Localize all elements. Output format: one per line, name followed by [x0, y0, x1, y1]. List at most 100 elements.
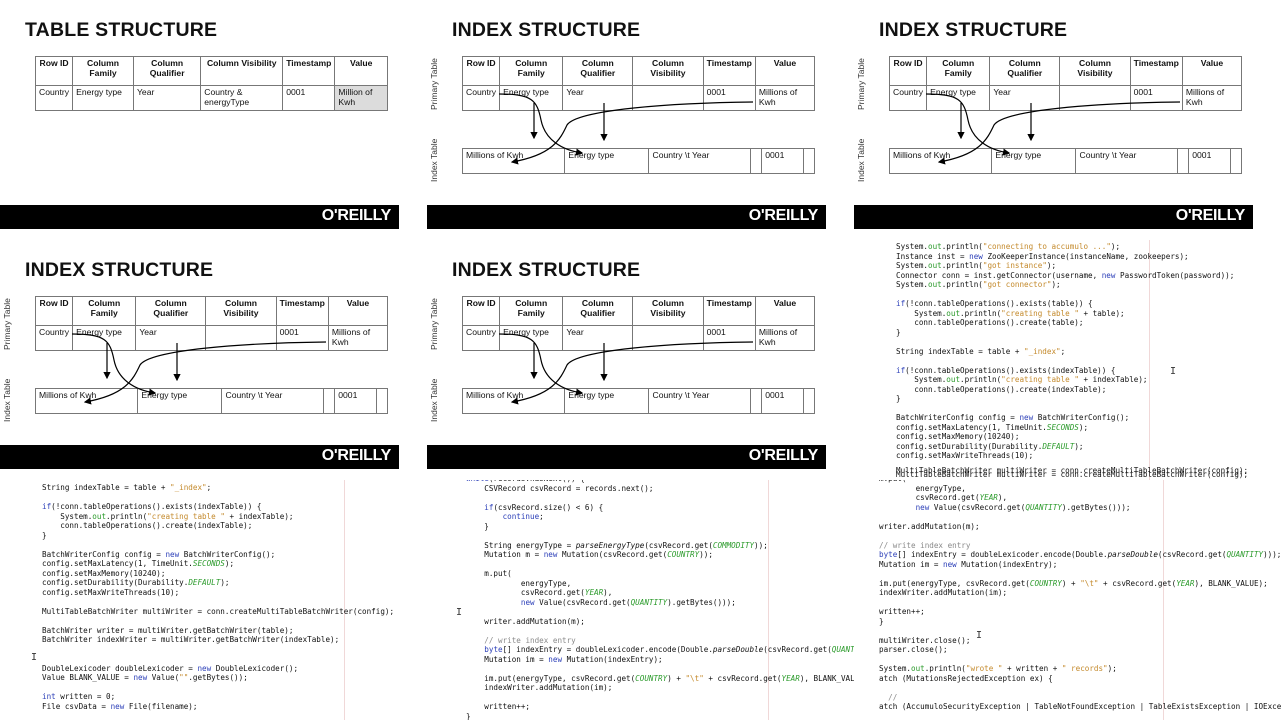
code-line: config.setMaxLatency(1, TimeUnit.SECONDS… [42, 559, 235, 568]
thumbnail-code-close[interactable]: m.put( energyType, csvRecord.get(YEAR), … [854, 480, 1281, 720]
code-line: indexWriter.addMutation(im); [879, 588, 1008, 597]
thumbnail-table-structure[interactable]: TABLE STRUCTURE Row ID Column Family Col… [0, 0, 427, 240]
code-line: atch (MutationsRejectedException ex) { [879, 673, 1053, 683]
thumbnail-code-connect[interactable]: System.out.println("connecting to accumu… [854, 240, 1281, 480]
mapping-arrows [925, 93, 1181, 165]
code-line: m.put( [466, 569, 512, 578]
cell: Energy type [72, 85, 134, 111]
code-line: Value BLANK_VALUE = new Value("".getByte… [42, 673, 248, 682]
arrow-value-to-rowid [510, 341, 754, 405]
code-line: // write index entry [879, 540, 971, 550]
code-editor: System.out.println("connecting to accumu… [854, 240, 1281, 480]
thumbnail-index-structure[interactable]: INDEX STRUCTURE Primary Table Index Tabl… [427, 0, 854, 240]
oreilly-logo: O'REILLY [321, 207, 392, 224]
col-visibility: Column Visibility [200, 56, 284, 86]
col-qualifier: Column Qualifier [132, 56, 202, 86]
code-line: config.setDurability(Durability.DEFAULT)… [896, 441, 1084, 451]
code-line: byte[] indexEntry = doubleLexicoder.enco… [879, 550, 1281, 559]
code-line: written++; [466, 702, 531, 711]
code-line: new Value(csvRecord.get(QUANTITY).getByt… [520, 597, 736, 607]
oreilly-footer: O'REILLY [427, 205, 826, 229]
code-line: if(csvRecord.size() < 6) { [484, 502, 604, 512]
mapping-arrows [71, 333, 327, 405]
code-line: System.out.println("wrote " + written + … [879, 664, 1117, 673]
code-line: continue; [502, 512, 544, 521]
code-line: if(!conn.tableOperations().exists(table)… [896, 299, 1093, 308]
cell: Country & energyType [200, 85, 284, 111]
code-line: File csvData = new File(filename); [42, 701, 198, 711]
code-line: indexWriter.addMutation(im); [466, 683, 613, 692]
code-line: conn.tableOperations().create(indexTable… [42, 521, 253, 530]
table-structure-table: Row ID Column Family Column Qualifier Co… [34, 56, 388, 111]
code-line: energyType, [879, 483, 966, 493]
code-line: } [896, 394, 901, 403]
code-block: String indexTable = table + "_index"; if… [42, 483, 394, 711]
thumbnail-code-loop[interactable]: while(records.hasNext()) { CSVRecord csv… [427, 480, 854, 720]
oreilly-footer: O'REILLY [854, 205, 1253, 229]
code-line: String indexTable = table + "_index"; [896, 346, 1066, 356]
code-line: System.out.println("connecting to accumu… [896, 242, 1121, 251]
code-line: energyType, [466, 578, 572, 588]
code-line: } [896, 327, 901, 337]
code-line: im.put(energyType, csvRecord.get(COUNTRY… [879, 578, 1268, 588]
code-line: multiWriter.close(); [879, 635, 971, 645]
code-line: // [888, 692, 898, 702]
col-family: Column Family [72, 56, 134, 86]
code-line: System.out.println("got instance"); [896, 261, 1057, 270]
mapping-arrows [498, 333, 754, 405]
code-line: conn.tableOperations().create(indexTable… [896, 384, 1107, 394]
code-editor: m.put( energyType, csvRecord.get(YEAR), … [854, 480, 1281, 720]
cell: Year [132, 85, 202, 111]
code-line: System.out.println("creating table " + t… [896, 308, 1125, 318]
thumbnail-index-structure[interactable]: INDEX STRUCTURE Primary Table Index Tabl… [0, 240, 427, 480]
code-editor: while(records.hasNext()) { CSVRecord csv… [427, 480, 854, 720]
slide-title: TABLE STRUCTURE [25, 19, 218, 41]
code-line: } [466, 711, 471, 720]
code-line: csvRecord.get(YEAR), [879, 493, 1008, 502]
text-cursor-icon: I [31, 652, 38, 663]
code-line: Mutation m = new Mutation(csvRecord.get(… [466, 550, 713, 559]
code-line: CSVRecord csvRecord = records.next(); [466, 483, 654, 493]
oreilly-logo: O'REILLY [321, 447, 392, 464]
col-row-id: Row ID [34, 56, 74, 86]
oreilly-footer: O'REILLY [0, 445, 399, 469]
code-block: while(records.hasNext()) { CSVRecord csv… [466, 480, 854, 720]
arrow-value-to-rowid [510, 101, 754, 165]
code-line: } [466, 521, 489, 531]
code-line: atch (AccumuloSecurityException | TableN… [879, 702, 1281, 711]
code-line: writer.addMutation(m); [466, 616, 585, 626]
oreilly-logo: O'REILLY [748, 207, 819, 224]
text-cursor-icon: I [456, 607, 463, 618]
code-line: BatchWriter writer = multiWriter.getBatc… [42, 625, 294, 635]
arrow-rowid-to-qualifier [71, 333, 157, 396]
code-line: new Value(csvRecord.get(QUANTITY).getByt… [915, 502, 1131, 512]
arrow-value-to-rowid [937, 101, 1181, 165]
code-line: config.setMaxWriteThreads(10); [896, 451, 1034, 460]
code-line: config.setMaxLatency(1, TimeUnit.SECONDS… [896, 422, 1089, 432]
code-line: config.setMaxMemory(10240); [42, 568, 166, 578]
thumbnail-code-writers[interactable]: String indexTable = table + "_index"; if… [0, 480, 427, 720]
code-line: DoubleLexicoder doubleLexicoder = new Do… [42, 663, 299, 673]
thumbnail-index-structure[interactable]: INDEX STRUCTURE Primary Table Index Tabl… [427, 240, 854, 480]
code-line: BatchWriter indexWriter = multiWriter.ge… [42, 635, 340, 644]
cell-highlighted: Million of Kwh [334, 85, 388, 111]
code-line: } [879, 616, 884, 626]
mapping-arrows [498, 93, 754, 165]
oreilly-footer: O'REILLY [427, 445, 826, 469]
thumbnail-index-structure[interactable]: INDEX STRUCTURE Primary Table Index Tabl… [854, 0, 1281, 240]
